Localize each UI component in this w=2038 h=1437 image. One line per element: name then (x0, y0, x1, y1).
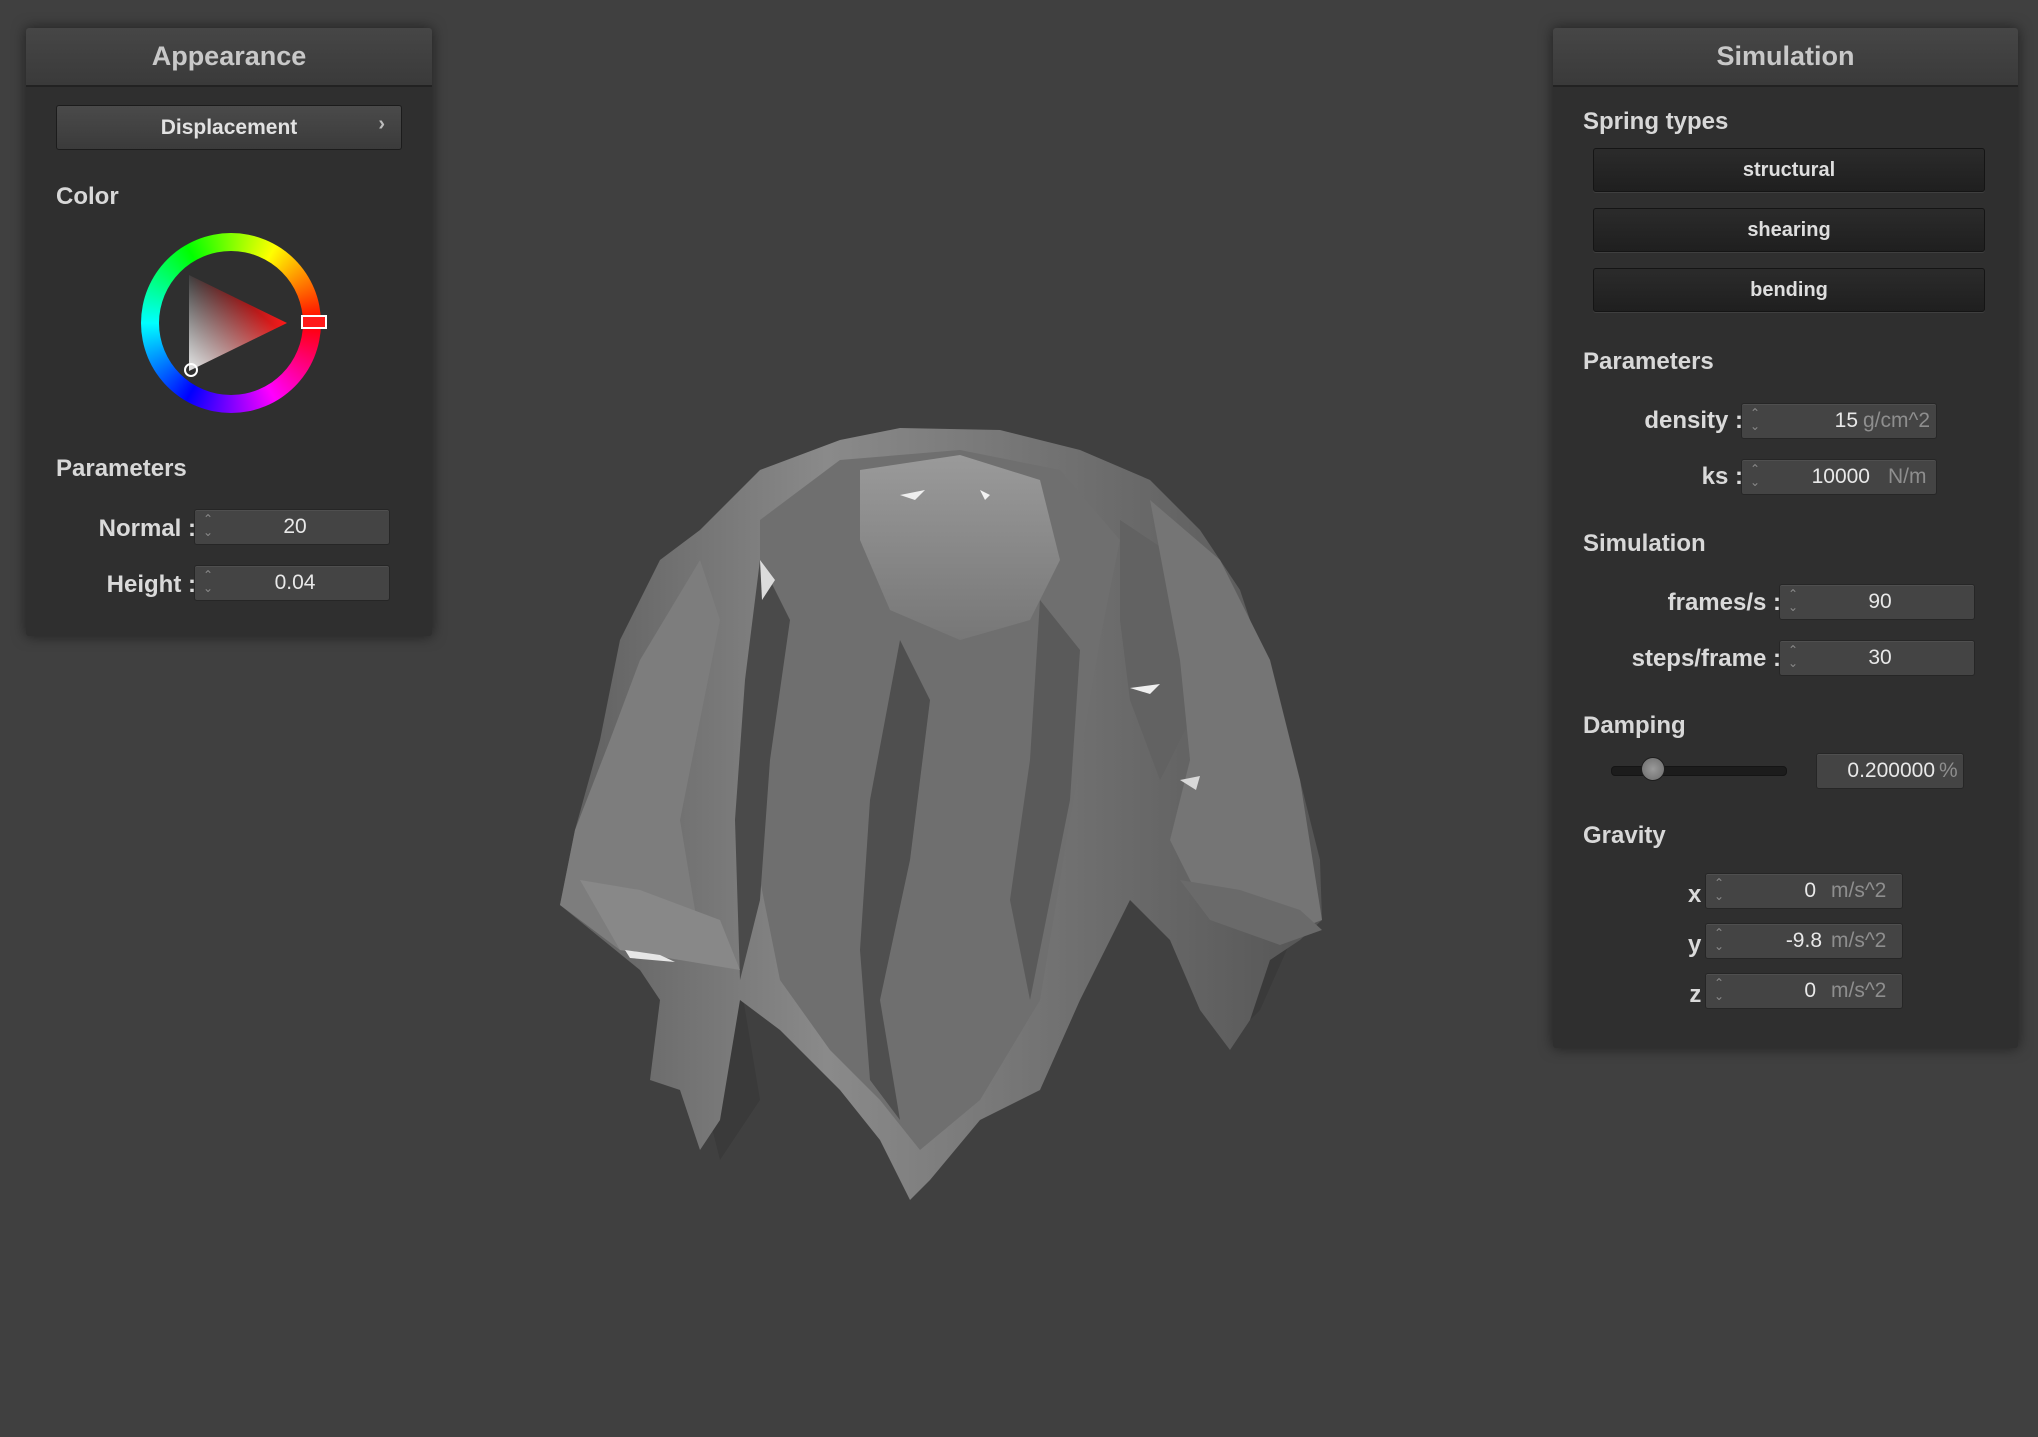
gravity-x-input[interactable]: ⌃ ⌄ 0 m/s^2 (1705, 873, 1903, 909)
spinner-arrows-icon[interactable]: ⌃ ⌄ (1786, 644, 1800, 672)
appearance-panel-title: Appearance (26, 28, 432, 87)
spinner-arrows-icon[interactable]: ⌃ ⌄ (1748, 463, 1762, 491)
appearance-panel: Appearance Displacement › Color Paramete… (26, 28, 432, 636)
damping-slider-track (1611, 766, 1787, 776)
gravity-z-input[interactable]: ⌃ ⌄ 0 m/s^2 (1705, 973, 1903, 1009)
spring-types-label: Spring types (1583, 108, 1729, 135)
spinner-arrows-icon[interactable]: ⌃ ⌄ (201, 513, 215, 541)
structural-spring-button[interactable]: structural (1593, 148, 1985, 192)
normal-label: Normal : (98, 515, 196, 542)
spinner-arrows-icon[interactable]: ⌃ ⌄ (201, 569, 215, 597)
gravity-y-unit: m/s^2 (1831, 929, 1887, 952)
displacement-button-label: Displacement (160, 116, 298, 139)
gravity-x-label: x : (1687, 881, 1716, 908)
ks-unit: N/m (1888, 465, 1927, 488)
frames-per-second-input[interactable]: ⌃ ⌄ 90 (1779, 584, 1975, 620)
normal-input[interactable]: ⌃ ⌄ 20 (194, 509, 390, 545)
simulation-panel-title: Simulation (1553, 28, 2018, 87)
damping-label: Damping (1583, 712, 1686, 739)
appearance-parameters-label: Parameters (56, 455, 187, 482)
gravity-y-input[interactable]: ⌃ ⌄ -9.8 m/s^2 (1705, 923, 1903, 959)
ks-input[interactable]: ⌃ ⌄ 10000 N/m (1741, 459, 1937, 495)
gravity-y-label: y : (1687, 931, 1716, 958)
simulation-section-label: Simulation (1583, 530, 1706, 557)
damping-input[interactable]: 0.200000 % (1816, 753, 1964, 789)
spinner-arrows-icon[interactable]: ⌃ ⌄ (1712, 977, 1726, 1005)
color-wheel[interactable] (141, 233, 327, 413)
density-label: density : (1644, 407, 1743, 434)
shearing-spring-button[interactable]: shearing (1593, 208, 1985, 252)
steps-per-frame-label: steps/frame : (1631, 645, 1781, 672)
gravity-label: Gravity (1583, 822, 1666, 849)
bending-spring-button[interactable]: bending (1593, 268, 1985, 312)
damping-slider-handle[interactable] (1641, 757, 1666, 781)
gravity-z-label: z : (1689, 981, 1716, 1008)
gravity-x-unit: m/s^2 (1831, 879, 1887, 902)
spinner-arrows-icon[interactable]: ⌃ ⌄ (1712, 927, 1726, 955)
chevron-right-icon: › (378, 113, 385, 135)
displacement-popup-button[interactable]: Displacement › (56, 105, 402, 150)
density-input[interactable]: ⌃ ⌄ 15 g/cm^2 (1741, 403, 1937, 439)
simulation-parameters-label: Parameters (1583, 348, 1714, 375)
gravity-z-unit: m/s^2 (1831, 979, 1887, 1002)
height-label: Height : (106, 571, 196, 598)
spinner-arrows-icon[interactable]: ⌃ ⌄ (1786, 588, 1800, 616)
simulation-panel: Simulation Spring types structural shear… (1553, 28, 2018, 1048)
color-section-label: Color (56, 183, 119, 210)
frames-per-second-label: frames/s : (1667, 589, 1781, 616)
height-input[interactable]: ⌃ ⌄ 0.04 (194, 565, 390, 601)
damping-slider[interactable] (1611, 757, 1787, 781)
ks-label: ks : (1701, 463, 1743, 490)
spinner-arrows-icon[interactable]: ⌃ ⌄ (1712, 877, 1726, 905)
density-unit: g/cm^2 (1863, 409, 1931, 432)
spinner-arrows-icon[interactable]: ⌃ ⌄ (1748, 407, 1762, 435)
steps-per-frame-input[interactable]: ⌃ ⌄ 30 (1779, 640, 1975, 676)
saturation-value-triangle[interactable] (141, 233, 321, 413)
hue-selector-handle[interactable] (301, 315, 327, 329)
damping-unit: % (1939, 759, 1958, 782)
